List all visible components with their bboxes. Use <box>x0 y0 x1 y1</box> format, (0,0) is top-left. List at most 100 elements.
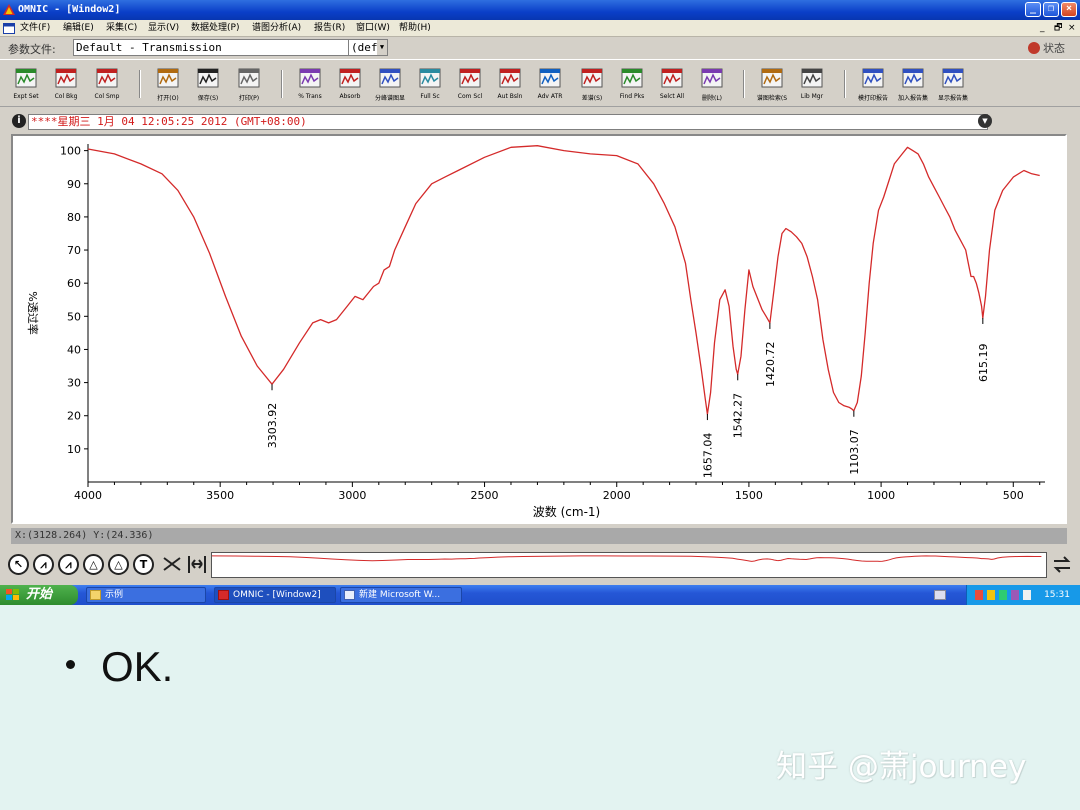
menu-file[interactable]: 文件(F) <box>20 20 50 37</box>
search-spectra-icon <box>761 68 783 88</box>
peak-label[interactable]: 1542.27 <box>732 393 745 439</box>
tray-icon-4[interactable] <box>1011 590 1019 600</box>
peak-area-tool-button[interactable]: △ <box>83 554 104 575</box>
x-axis-label: 波数 (cm-1) <box>533 504 600 519</box>
spectrum-series-line[interactable] <box>87 145 1040 415</box>
baseline-tool-button[interactable]: △ <box>108 554 129 575</box>
y-tick-label: 10 <box>67 443 81 456</box>
spectrum-title-field[interactable]: ****星期三 1月 04 12:05:25 2012 (GMT+08:00) <box>28 114 988 130</box>
peak-height-tool-button[interactable]: ⩘ <box>58 554 79 575</box>
tray-icon-2[interactable] <box>987 590 995 600</box>
swap-arrows-icon[interactable] <box>1052 554 1072 575</box>
keyboard-icon[interactable] <box>934 590 946 600</box>
parameter-file-dropdown-value: (def <box>351 41 378 54</box>
info-icon[interactable]: i <box>12 114 26 128</box>
peak-label[interactable]: 1103.07 <box>848 429 861 475</box>
ir-spectrum-chart[interactable]: 10 20 30 40 50 60 70 80 90 100 4000 3500 3000 2500 200… <box>13 136 1065 522</box>
toolbar-button-find-peaks[interactable]: Find Pks <box>612 67 652 107</box>
mdi-close-button[interactable]: × <box>1068 20 1076 37</box>
toolbar-button-delete[interactable]: 删除(L) <box>692 67 732 107</box>
text-tool-button[interactable]: T <box>133 554 154 575</box>
toolbar-button-percent-transmittance[interactable]: % Trans <box>290 67 330 107</box>
menu-report[interactable]: 报告(R) <box>314 20 345 37</box>
open-icon <box>157 68 179 88</box>
overview-series-line <box>211 555 1042 562</box>
toolbar-button-split-spectra[interactable]: 分峰谱图显 <box>370 67 410 107</box>
bullet-dot <box>66 660 75 669</box>
taskbar-item-label: 示例 <box>105 590 124 600</box>
menu-view[interactable]: 显示(V) <box>148 20 179 37</box>
tray-icon-5[interactable] <box>1023 590 1031 600</box>
toolbar-button-subtract[interactable]: 差谱(S) <box>572 67 612 107</box>
menu-collect[interactable]: 采集(C) <box>106 20 137 37</box>
toolbar-button-print[interactable]: 打印(P) <box>229 67 269 107</box>
menu-window[interactable]: 窗口(W) <box>356 20 390 37</box>
y-tick-label: 60 <box>67 277 81 290</box>
toolbar-button-auto-baseline[interactable]: Aut Bsln <box>490 67 530 107</box>
split-spectra-icon <box>379 68 401 88</box>
status-button[interactable]: 状态 <box>1028 40 1065 56</box>
x-tick-label: 2000 <box>603 489 631 502</box>
mdi-restore-button[interactable]: 🗗 <box>1054 20 1062 37</box>
spectrum-list-dropdown-icon[interactable]: ▼ <box>978 114 992 128</box>
taskbar-item-folder[interactable]: 示例 <box>86 587 206 603</box>
title-bar[interactable]: OMNIC - [Window2] _ ❐ × <box>0 0 1080 20</box>
toolbar-button-label: Col Smp <box>94 93 120 100</box>
toolbar-separator <box>139 70 141 98</box>
menu-bar: 文件(F) 编辑(E) 采集(C) 显示(V) 数据处理(P) 谱图分析(A) … <box>0 20 1080 37</box>
minimize-button[interactable]: _ <box>1025 2 1041 17</box>
mdi-minimize-button[interactable]: _ <box>1040 20 1045 37</box>
spectrum-overview-pane[interactable] <box>211 552 1047 578</box>
shield-icon <box>1028 42 1040 54</box>
menu-process[interactable]: 数据处理(P) <box>191 20 239 37</box>
select-tool-button[interactable]: ↖ <box>8 554 29 575</box>
close-button[interactable]: × <box>1061 2 1077 17</box>
toolbar-button-collect-background[interactable]: Col Bkg <box>46 67 86 107</box>
parameter-file-dropdown[interactable]: (def ▼ <box>348 39 388 56</box>
status-label: 状态 <box>1043 42 1065 55</box>
collect-sample-icon <box>96 68 118 88</box>
y-axis-label: %透过率 <box>26 291 40 334</box>
taskbar-item-omnic[interactable]: OMNIC - [Window2] <box>214 587 336 603</box>
start-button[interactable]: 开始 <box>0 585 78 605</box>
omnic-app-icon <box>3 4 15 15</box>
show-report-icon <box>942 68 964 88</box>
overview-trace <box>211 555 1042 562</box>
windows-taskbar: 开始 示例 OMNIC - [Window2] 新建 Microsoft W..… <box>0 585 1080 605</box>
toolbar-button-save[interactable]: 保存(S) <box>188 67 228 107</box>
toolbar-button-label: Lib Mgr <box>800 93 824 100</box>
y-tick-label: 90 <box>67 178 81 191</box>
add-to-report-icon <box>902 68 924 88</box>
parameter-file-input[interactable]: Default - Transmission <box>73 39 385 56</box>
menu-edit[interactable]: 编辑(E) <box>63 20 94 37</box>
region-tool-button[interactable]: ⩘ <box>33 554 54 575</box>
peak-label[interactable]: 615.19 <box>977 343 990 382</box>
toolbar-button-advanced-atr[interactable]: Adv ATR <box>530 67 570 107</box>
advanced-atr-icon <box>539 68 561 88</box>
experiment-setup-icon <box>15 68 37 88</box>
menu-analyze[interactable]: 谱图分析(A) <box>252 20 301 37</box>
tray-icon-3[interactable] <box>999 590 1007 600</box>
toolbar-button-full-scale[interactable]: Full Sc <box>410 67 450 107</box>
maximize-button[interactable]: ❐ <box>1043 2 1059 17</box>
spectrum-plot-area[interactable]: 10 20 30 40 50 60 70 80 90 100 4000 3500 3000 2500 200… <box>11 134 1067 524</box>
common-scale-icon <box>459 68 481 88</box>
y-tick-label: 100 <box>60 145 81 158</box>
peak-label[interactable]: 1657.04 <box>701 433 714 479</box>
toolbar-button-show-report[interactable]: 显示报告集 <box>933 67 973 107</box>
toolbar-button-experiment-setup[interactable]: Expt Set <box>6 67 46 107</box>
menu-help[interactable]: 帮助(H) <box>399 20 431 37</box>
toolbar-button-library-manager[interactable]: Lib Mgr <box>792 67 832 107</box>
peak-label[interactable]: 1420.72 <box>764 341 777 387</box>
chevron-down-icon[interactable]: ▼ <box>377 40 387 55</box>
taskbar-item-word[interactable]: 新建 Microsoft W... <box>340 587 462 603</box>
tray-icon-1[interactable] <box>975 590 983 600</box>
toolbar-button-common-scale[interactable]: Com Scl <box>450 67 490 107</box>
mdi-document-icon[interactable] <box>3 23 15 34</box>
expand-vertical-icon[interactable] <box>186 554 208 575</box>
toolbar-button-collect-sample[interactable]: Col Smp <box>87 67 127 107</box>
spectrum-title-row: i ****星期三 1月 04 12:05:25 2012 (GMT+08:00… <box>10 112 996 132</box>
peak-label[interactable]: 3303.92 <box>266 403 279 449</box>
expand-horizontal-icon[interactable] <box>162 554 182 575</box>
toolbar-button-search-spectra[interactable]: 谱图检索(S <box>752 67 792 107</box>
